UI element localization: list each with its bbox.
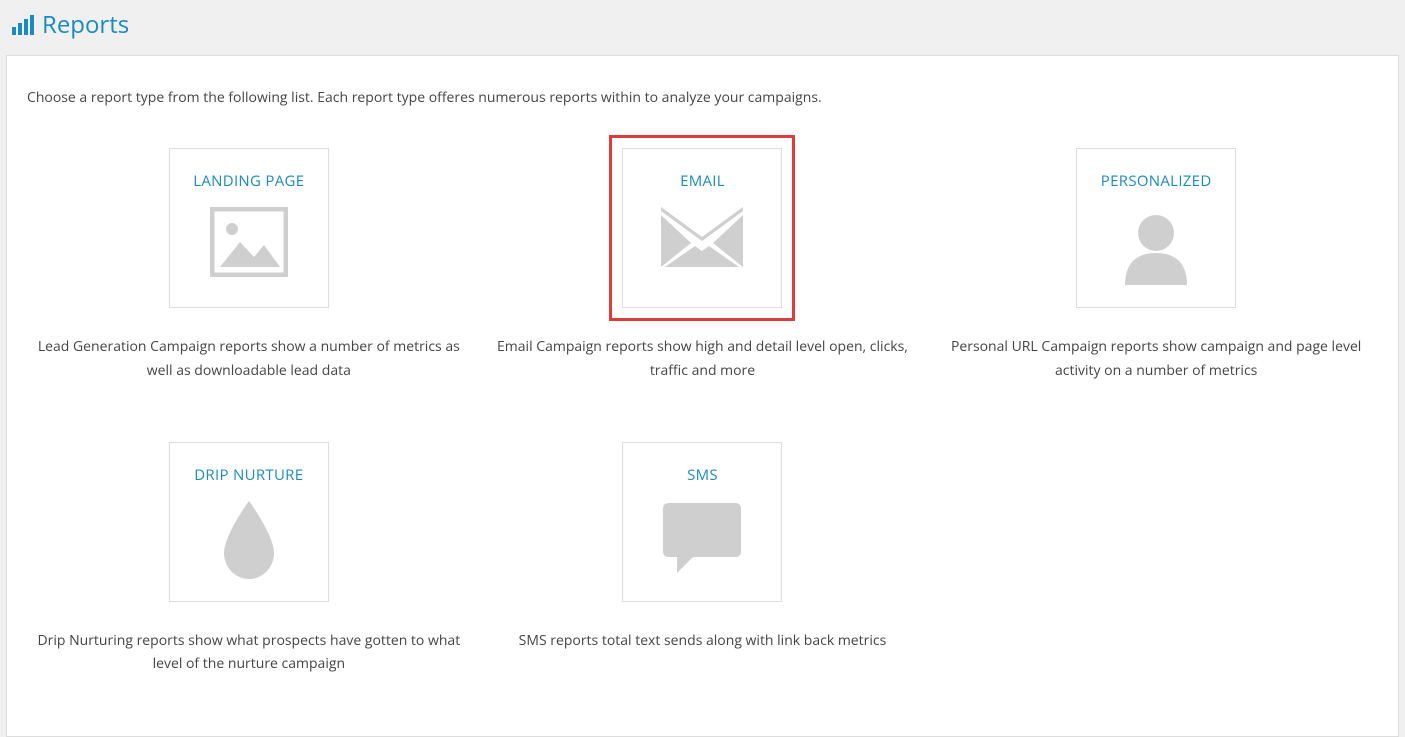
report-card-cell-landing-page: LANDING PAGE Lead Generation Campaign re…	[27, 135, 471, 383]
report-card-desc: Email Campaign reports show high and det…	[487, 335, 917, 383]
report-card-wrap: PERSONALIZED	[1063, 135, 1249, 321]
report-card-desc: Drip Nurturing reports show what prospec…	[34, 629, 464, 677]
report-card-title: DRIP NURTURE	[194, 465, 303, 485]
content-panel: Choose a report type from the following …	[6, 55, 1399, 737]
report-card-title: LANDING PAGE	[193, 171, 304, 191]
report-card-wrap: DRIP NURTURE	[156, 429, 342, 615]
intro-text: Choose a report type from the following …	[27, 88, 1378, 107]
report-card-cell-personalized: PERSONALIZED Personal URL Campaign repor…	[934, 135, 1378, 383]
report-card-email[interactable]: EMAIL	[622, 148, 782, 308]
report-card-landing-page[interactable]: LANDING PAGE	[169, 148, 329, 308]
report-card-desc: SMS reports total text sends along with …	[519, 629, 887, 653]
report-card-wrap: LANDING PAGE	[156, 135, 342, 321]
report-card-desc: Lead Generation Campaign reports show a …	[34, 335, 464, 383]
report-card-wrap: SMS	[609, 429, 795, 615]
page-title: Reports	[42, 8, 129, 41]
report-card-title: EMAIL	[680, 171, 725, 191]
image-placeholder-icon	[210, 207, 288, 277]
report-card-wrap-highlighted: EMAIL	[609, 135, 795, 321]
bar-chart-icon	[12, 15, 34, 35]
water-drop-icon	[220, 501, 278, 579]
report-card-title: SMS	[687, 465, 718, 485]
report-card-cell-drip-nurture: DRIP NURTURE Drip Nurturing reports show…	[27, 429, 471, 677]
report-card-sms[interactable]: SMS	[622, 442, 782, 602]
report-card-cell-email: EMAIL Email Campaign reports show high a…	[481, 135, 925, 383]
report-card-cell-sms: SMS SMS reports total text sends along w…	[481, 429, 925, 677]
report-card-title: PERSONALIZED	[1101, 171, 1212, 191]
report-cards-grid: LANDING PAGE Lead Generation Campaign re…	[27, 135, 1378, 676]
report-card-desc: Personal URL Campaign reports show campa…	[941, 335, 1371, 383]
envelope-icon	[661, 207, 743, 267]
report-card-drip-nurture[interactable]: DRIP NURTURE	[169, 442, 329, 602]
person-icon	[1117, 207, 1195, 285]
page-header: Reports	[0, 0, 1405, 49]
report-card-personalized[interactable]: PERSONALIZED	[1076, 148, 1236, 308]
speech-bubble-icon	[663, 501, 741, 575]
